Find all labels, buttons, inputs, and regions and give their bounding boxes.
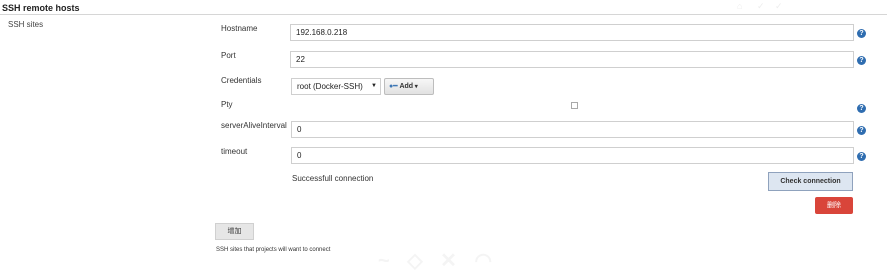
question-circle-icon[interactable]: ? bbox=[857, 104, 866, 113]
credentials-selected-value: root (Docker-SSH) bbox=[297, 82, 363, 91]
background-watermark: ~ ◇ ✕ ◠ bbox=[378, 250, 498, 272]
pty-checkbox[interactable] bbox=[571, 102, 578, 109]
add-credentials-button[interactable]: ●━ Add ▾ bbox=[384, 78, 434, 95]
timeout-field[interactable] bbox=[291, 147, 854, 164]
add-site-button[interactable]: 增加 bbox=[215, 223, 254, 240]
hostname-field[interactable] bbox=[290, 24, 854, 41]
caret-down-icon: ▼ bbox=[371, 83, 377, 89]
question-circle-icon[interactable]: ? bbox=[857, 126, 866, 135]
ssh-sites-help-text: SSH sites that projects will want to con… bbox=[216, 247, 331, 253]
port-field[interactable] bbox=[290, 51, 854, 68]
connection-status-text: Successfull connection bbox=[292, 174, 374, 183]
server-alive-interval-label: serverAliveInterval bbox=[221, 121, 287, 130]
timeout-label: timeout bbox=[221, 147, 248, 156]
faint-header-icon: ✓ bbox=[775, 1, 783, 11]
add-credentials-label: Add bbox=[399, 83, 414, 90]
question-circle-icon[interactable]: ? bbox=[857, 29, 866, 38]
port-label: Port bbox=[221, 51, 236, 60]
credentials-select[interactable]: root (Docker-SSH) ▼ bbox=[291, 78, 381, 95]
pty-label: Pty bbox=[221, 100, 233, 109]
delete-button[interactable]: 删除 bbox=[815, 197, 853, 214]
caret-down-icon: ▾ bbox=[413, 84, 418, 90]
credentials-label: Credentials bbox=[221, 76, 262, 85]
faint-header-icon: ✓ bbox=[757, 1, 765, 11]
question-circle-icon[interactable]: ? bbox=[857, 152, 866, 161]
hostname-label: Hostname bbox=[221, 24, 258, 33]
section-title: SSH remote hosts bbox=[2, 3, 80, 13]
server-alive-interval-field[interactable] bbox=[291, 121, 854, 138]
section-divider bbox=[0, 14, 887, 15]
question-circle-icon[interactable]: ? bbox=[857, 56, 866, 65]
key-icon: ●━ bbox=[389, 83, 398, 90]
check-connection-button[interactable]: Check connection bbox=[768, 172, 853, 191]
ssh-sites-label: SSH sites bbox=[8, 20, 44, 29]
faint-header-icon: ⌂ bbox=[737, 1, 743, 11]
